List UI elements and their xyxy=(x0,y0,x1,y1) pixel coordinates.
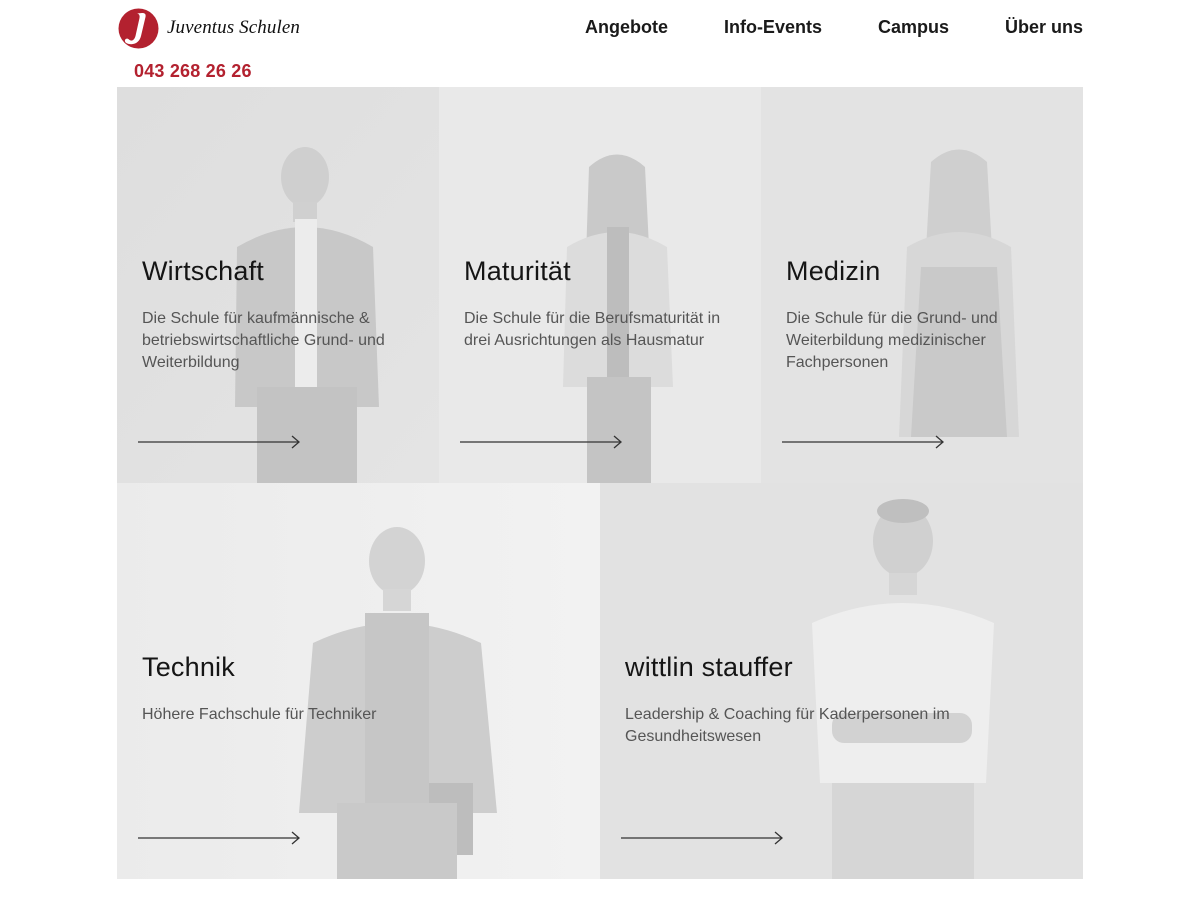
nav-item-ueber-uns[interactable]: Über uns xyxy=(1005,16,1083,38)
tile-title: Medizin xyxy=(786,256,881,286)
arrow-right-icon xyxy=(138,435,300,449)
logo-link[interactable]: Juventus Schulen xyxy=(118,7,300,49)
nav-item-info-events[interactable]: Info-Events xyxy=(724,16,822,38)
main-nav: Angebote Info-Events Campus Über uns xyxy=(585,16,1083,38)
tile-title: Wirtschaft xyxy=(142,256,265,286)
tile-wittlin-stauffer[interactable]: wittlin stauffer Leadership & Coaching f… xyxy=(600,483,1083,879)
tile-title: Technik xyxy=(142,652,235,682)
tile-description: Die Schule für kaufmännische & betriebsw… xyxy=(142,310,385,371)
phone-link[interactable]: 043 268 26 26 xyxy=(134,61,252,82)
nav-item-angebote[interactable]: Angebote xyxy=(585,16,668,38)
arrow-right-icon xyxy=(621,831,783,845)
tile-description: Leadership & Coaching für Kaderpersonen … xyxy=(625,706,950,745)
juventus-logo-icon xyxy=(118,8,159,48)
tile-title: wittlin stauffer xyxy=(625,652,793,682)
tile-description: Die Schule für die Grund- und Weiterbild… xyxy=(786,310,998,371)
arrow-right-icon xyxy=(138,831,300,845)
arrow-right-icon xyxy=(782,435,944,449)
tile-description: Die Schule für die Berufsmaturität in dr… xyxy=(464,310,721,349)
site-header: Juventus Schulen Angebote Info-Events Ca… xyxy=(0,0,1200,87)
nav-item-campus[interactable]: Campus xyxy=(878,16,949,38)
tile-medizin[interactable]: Medizin Die Schule für die Grund- und We… xyxy=(761,87,1083,483)
tile-title: Maturität xyxy=(464,256,571,286)
tile-maturitaet[interactable]: Maturität Die Schule für die Berufsmatur… xyxy=(439,87,761,483)
tile-wirtschaft[interactable]: Wirtschaft Die Schule für kaufmännische … xyxy=(117,87,439,483)
school-grid: Wirtschaft Die Schule für kaufmännische … xyxy=(117,87,1083,879)
brand-name: Juventus Schulen xyxy=(167,17,300,38)
tile-technik[interactable]: Technik Höhere Fachschule für Techniker xyxy=(117,483,600,879)
arrow-right-icon xyxy=(460,435,622,449)
tile-description: Höhere Fachschule für Techniker xyxy=(142,706,377,723)
